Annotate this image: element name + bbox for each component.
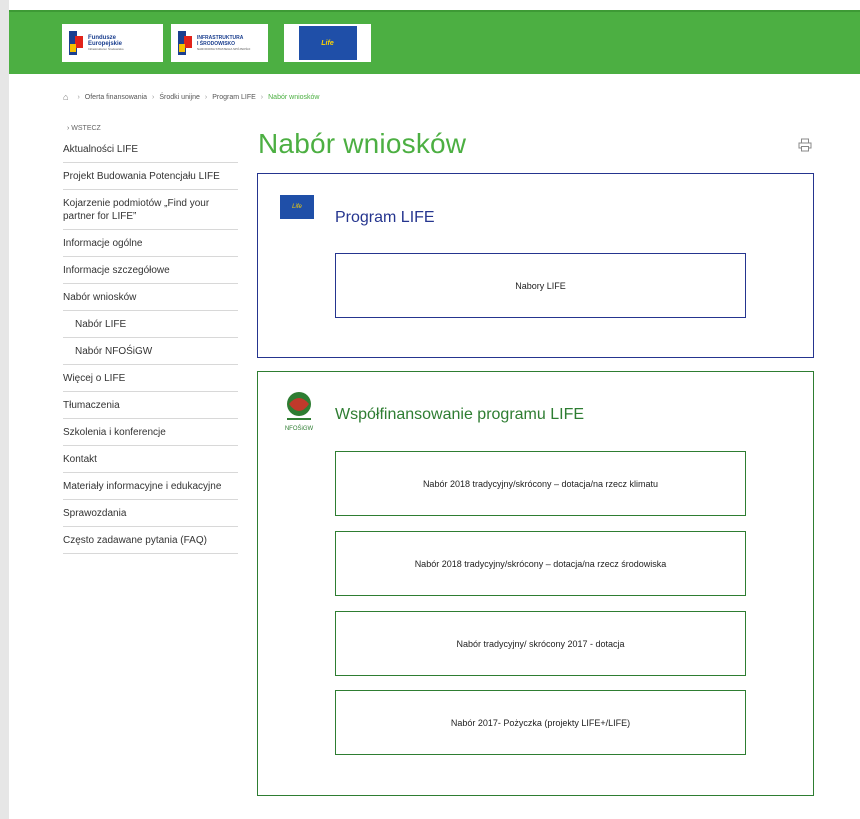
- nabor-2017-pozyczka-button[interactable]: Nabór 2017- Pożyczka (projekty LIFE+/LIF…: [335, 690, 746, 755]
- sidebar-item[interactable]: Informacje ogólne: [63, 230, 238, 257]
- nabor-2018-klimat-button[interactable]: Nabór 2018 tradycyjny/skrócony – dotacja…: [335, 451, 746, 516]
- page-title: Nabór wniosków: [258, 128, 467, 159]
- sidebar-subitem[interactable]: Nabór LIFE: [63, 311, 238, 338]
- wspolfinansowanie-section: NFOŚiGW Współfinansowanie programu LIFE …: [257, 371, 814, 796]
- sidebar-item[interactable]: Szkolenia i konferencje: [63, 419, 238, 446]
- sidebar-item[interactable]: Aktualności LIFE: [63, 136, 238, 163]
- nabory-life-button[interactable]: Nabory LIFE: [335, 253, 746, 318]
- home-icon[interactable]: ⌂: [63, 92, 68, 102]
- breadcrumb-link[interactable]: Program LIFE: [212, 94, 256, 101]
- breadcrumb-current: Nabór wniosków: [268, 93, 320, 101]
- svg-text:NFOŚiGW: NFOŚiGW: [285, 424, 314, 432]
- is-mark-icon: [178, 31, 192, 55]
- nfosigw-logo-icon: NFOŚiGW: [285, 392, 314, 432]
- life-logo[interactable]: Life: [284, 24, 371, 62]
- eu-flag-icon: Life: [280, 195, 314, 219]
- infrastruktura-srodowisko-logo[interactable]: INFRASTRUKTURA I ŚRODOWISKO NARODOWA STR…: [171, 24, 268, 62]
- breadcrumb: ⌂ › Oferta finansowania › Środki unijne …: [63, 92, 320, 102]
- site-header: Fundusze Europejskie Infrastruktura i Śr…: [9, 10, 860, 74]
- sidebar-item[interactable]: Informacje szczegółowe: [63, 257, 238, 284]
- sidebar-item[interactable]: Kontakt: [63, 446, 238, 473]
- sidebar-item[interactable]: Materiały informacyjne i edukacyjne: [63, 473, 238, 500]
- sidebar-subitem[interactable]: Nabór NFOŚiGW: [63, 338, 238, 365]
- sidebar-item[interactable]: Więcej o LIFE: [63, 365, 238, 392]
- section-title: Współfinansowanie programu LIFE: [335, 406, 585, 423]
- program-life-section: Life Program LIFE Nabory LIFE: [257, 173, 814, 358]
- eu-flag-icon: Life: [298, 26, 357, 60]
- sidebar-item[interactable]: Sprawozdania: [63, 500, 238, 527]
- sidebar-item[interactable]: Kojarzenie podmiotów „Find your partner …: [63, 190, 238, 230]
- nabor-2018-srodowisko-button[interactable]: Nabór 2018 tradycyjny/skrócony – dotacja…: [335, 531, 746, 596]
- sidebar-nav: › WSTECZ Aktualności LIFE Projekt Budowa…: [63, 122, 238, 554]
- back-link[interactable]: › WSTECZ: [63, 122, 238, 136]
- window-edge: [0, 0, 9, 819]
- sidebar-item[interactable]: Nabór wniosków: [63, 284, 238, 311]
- section-title: Program LIFE: [335, 209, 435, 226]
- breadcrumb-link[interactable]: Środki unijne: [159, 94, 199, 101]
- sidebar-item[interactable]: Często zadawane pytania (FAQ): [63, 527, 238, 554]
- sidebar-item[interactable]: Tłumaczenia: [63, 392, 238, 419]
- fundusze-europejskie-logo[interactable]: Fundusze Europejskie Infrastruktura i Śr…: [62, 24, 163, 62]
- fe-mark-icon: [69, 31, 83, 55]
- breadcrumb-link[interactable]: Oferta finansowania: [85, 94, 147, 101]
- sidebar-item[interactable]: Projekt Budowania Potencjału LIFE: [63, 163, 238, 190]
- print-icon[interactable]: [798, 138, 812, 152]
- nabor-2017-dotacja-button[interactable]: Nabór tradycyjny/ skrócony 2017 - dotacj…: [335, 611, 746, 676]
